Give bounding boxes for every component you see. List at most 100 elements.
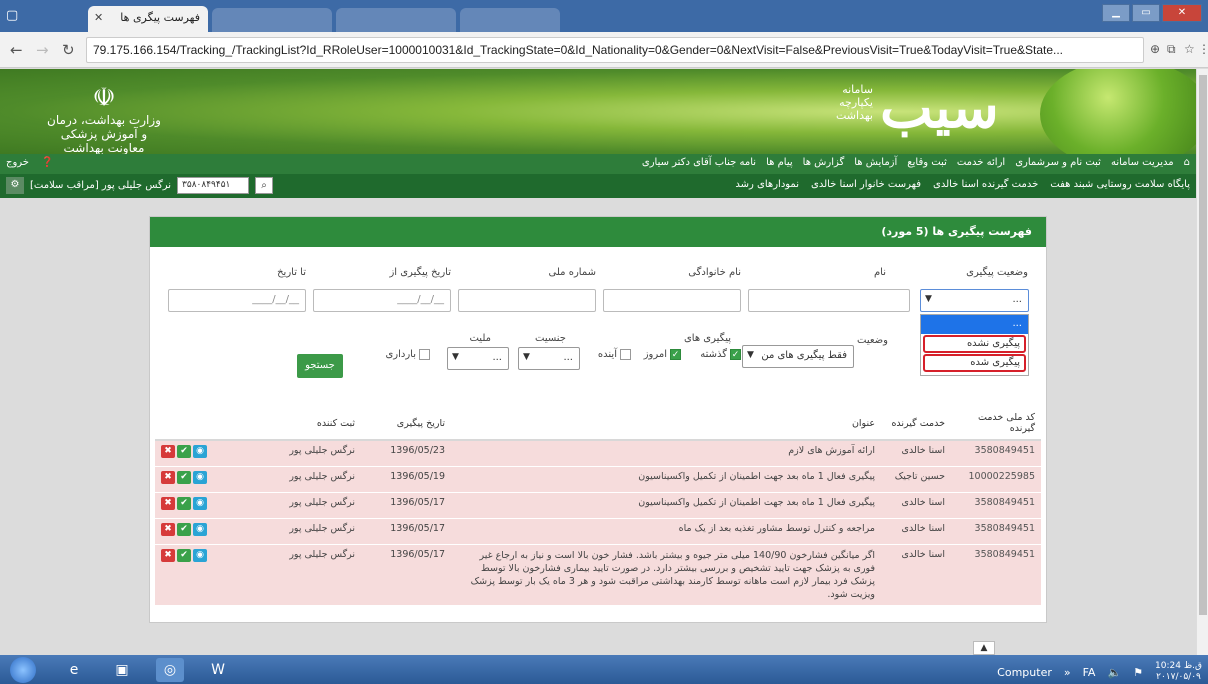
visit-future-checkbox[interactable]: آینده [598, 349, 631, 360]
volume-icon[interactable]: 🔈 [1107, 666, 1121, 679]
url-field[interactable]: 79.175.166.154/Tracking_/TrackingList?Id… [86, 37, 1144, 63]
menu-item-growth-charts[interactable]: نمودارهای رشد [735, 179, 799, 190]
user-name[interactable]: نرگس جلیلی پور [مراقب سلامت] [30, 180, 171, 191]
date-from-input[interactable]: __/__/____ [313, 289, 451, 312]
ministry-sub: معاونت بهداشت [63, 141, 145, 154]
eye-icon[interactable]: ◉ [193, 470, 207, 484]
clock-time: 10:24 ق.ظ [1155, 661, 1202, 671]
tracking-state-select[interactable]: ... ▼ [920, 289, 1029, 312]
delete-icon[interactable]: ✖ [161, 548, 175, 562]
cell-date: 1396/05/17 [361, 492, 451, 519]
cell-client[interactable]: حسین تاجیک [881, 466, 951, 493]
pregnant-checkbox[interactable]: بارداری [385, 349, 430, 360]
date-to-input[interactable]: __/__/____ [168, 289, 306, 312]
word-icon[interactable]: W [204, 658, 232, 682]
delete-icon[interactable]: ✖ [161, 522, 175, 536]
home-icon[interactable]: ⌂ [1184, 157, 1190, 168]
chrome-icon[interactable]: ◎ [156, 658, 184, 682]
scroll-top-button[interactable]: ▲ [973, 641, 995, 655]
forward-icon[interactable]: → [36, 41, 49, 59]
national-id-search-input[interactable]: ۳۵۸۰۸۴۹۴۵۱ [177, 177, 250, 194]
search-button[interactable]: جستجو [297, 354, 343, 378]
back-icon[interactable]: ← [10, 41, 23, 59]
menu-icon[interactable]: ⋮ [1198, 42, 1208, 56]
logout-link[interactable]: خروج [6, 157, 29, 168]
menu-item-reports[interactable]: گزارش ها [803, 157, 845, 168]
gender-select[interactable]: ... ▼ [518, 347, 580, 370]
eye-icon[interactable]: ◉ [193, 445, 207, 458]
start-button[interactable] [10, 657, 36, 683]
menu-item-events[interactable]: ثبت وقایع [907, 157, 947, 168]
cell-registrar: نرگس جلیلی پور [251, 440, 361, 467]
menu-item-tests[interactable]: آزمایش ها [854, 157, 897, 168]
delete-icon[interactable]: ✖ [161, 445, 175, 458]
cell-actions: ✖ ✔ ◉ [155, 518, 251, 545]
check-icon[interactable]: ✔ [177, 522, 191, 536]
search-icon[interactable]: ⌕ [255, 177, 274, 194]
media-player-icon[interactable]: ▣ [108, 658, 136, 682]
delete-icon[interactable]: ✖ [161, 470, 175, 484]
network-icon[interactable]: ⚑ [1133, 666, 1143, 679]
menu-item-services[interactable]: ارائه خدمت [957, 157, 1005, 168]
language-indicator[interactable]: FA [1083, 666, 1096, 679]
brand-line2: یکپارچه [839, 96, 873, 109]
window-close-icon[interactable]: ✕ [1162, 4, 1202, 22]
eye-icon[interactable]: ◉ [193, 522, 207, 536]
menu-item-client[interactable]: خدمت گیرنده اسنا خالدی [933, 179, 1038, 190]
check-icon[interactable]: ✔ [177, 496, 191, 510]
menu-item-admin[interactable]: مدیریت سامانه [1111, 157, 1174, 168]
nationality-select[interactable]: ... ▼ [447, 347, 509, 370]
check-icon: ✓ [730, 349, 741, 360]
clock[interactable]: 10:24 ق.ظ ۲۰۱۷/۰۵/۰۹ [1155, 661, 1202, 683]
national-code-input[interactable] [458, 289, 596, 312]
computer-label[interactable]: Computer [997, 666, 1052, 679]
minimize-icon[interactable]: ▁ [1102, 4, 1130, 22]
chevron-down-icon: ▼ [523, 352, 530, 362]
gear-icon[interactable]: ⚙ [6, 177, 24, 194]
delete-icon[interactable]: ✖ [161, 496, 175, 510]
visit-past-checkbox[interactable]: ✓ گذشته [700, 349, 741, 360]
eye-icon[interactable]: ◉ [193, 496, 207, 510]
eye-icon[interactable]: ◉ [193, 548, 207, 562]
main-menu: ⌂ مدیریت سامانه ثبت نام و سرشماری ارائه … [0, 154, 1196, 174]
scrollbar-thumb[interactable] [1199, 75, 1207, 615]
menu-item-household[interactable]: فهرست خانوار اسنا خالدی [811, 179, 921, 190]
maximize-icon[interactable]: ▭ [1132, 4, 1160, 22]
cell-client[interactable]: اسنا خالدی [881, 440, 951, 467]
state-select[interactable]: فقط پیگیری های من ▼ [742, 345, 854, 368]
reload-icon[interactable]: ↻ [62, 41, 75, 59]
menu-item-letter[interactable]: نامه جناب آقای دکتر سیاری [642, 157, 756, 168]
cell-client[interactable]: اسنا خالدی [881, 518, 951, 545]
cell-client[interactable]: اسنا خالدی [881, 492, 951, 519]
dropdown-option-not-tracked[interactable]: پیگیری نشده [923, 335, 1026, 353]
dropdown-option[interactable]: ... [921, 315, 1028, 334]
check-icon[interactable]: ✔ [177, 470, 191, 484]
zoom-icon[interactable]: ⊕ [1150, 42, 1160, 56]
help-icon[interactable]: ❓ [41, 157, 53, 168]
cell-date: 1396/05/17 [361, 544, 451, 606]
family-input[interactable] [603, 289, 741, 312]
expand-tray-icon[interactable]: » [1064, 666, 1071, 679]
check-icon[interactable]: ✔ [177, 548, 191, 562]
translate-icon[interactable]: ⧉ [1167, 42, 1176, 57]
pregnant-label: بارداری [385, 349, 416, 360]
name-input[interactable] [748, 289, 910, 312]
dropdown-option-tracked[interactable]: پیگیری شده [923, 354, 1026, 372]
cell-registrar: نرگس جلیلی پور [251, 492, 361, 519]
menu-item-registration[interactable]: ثبت نام و سرشماری [1015, 157, 1101, 168]
visit-today-checkbox[interactable]: ✓ امروز [644, 349, 681, 360]
tab-close-icon[interactable]: ✕ [94, 11, 103, 24]
check-icon[interactable]: ✔ [177, 445, 191, 458]
browser-tab[interactable] [336, 8, 456, 32]
menu-item-messages[interactable]: پیام ها [766, 157, 793, 168]
star-icon[interactable]: ☆ [1184, 42, 1195, 56]
header-date: تاریخ پیگیری [361, 407, 451, 441]
browser-tab[interactable] [460, 8, 560, 32]
browser-tab[interactable] [212, 8, 332, 32]
internet-explorer-icon[interactable]: e [60, 658, 88, 682]
cell-client[interactable]: اسنا خالدی [881, 544, 951, 606]
page-scrollbar[interactable] [1196, 69, 1208, 655]
name-label: نام [873, 267, 886, 278]
browser-tab-active[interactable]: فهرست پیگری ها ✕ [88, 6, 208, 32]
menu-item-health-center[interactable]: پایگاه سلامت روستایی شبند هفت [1050, 179, 1190, 190]
